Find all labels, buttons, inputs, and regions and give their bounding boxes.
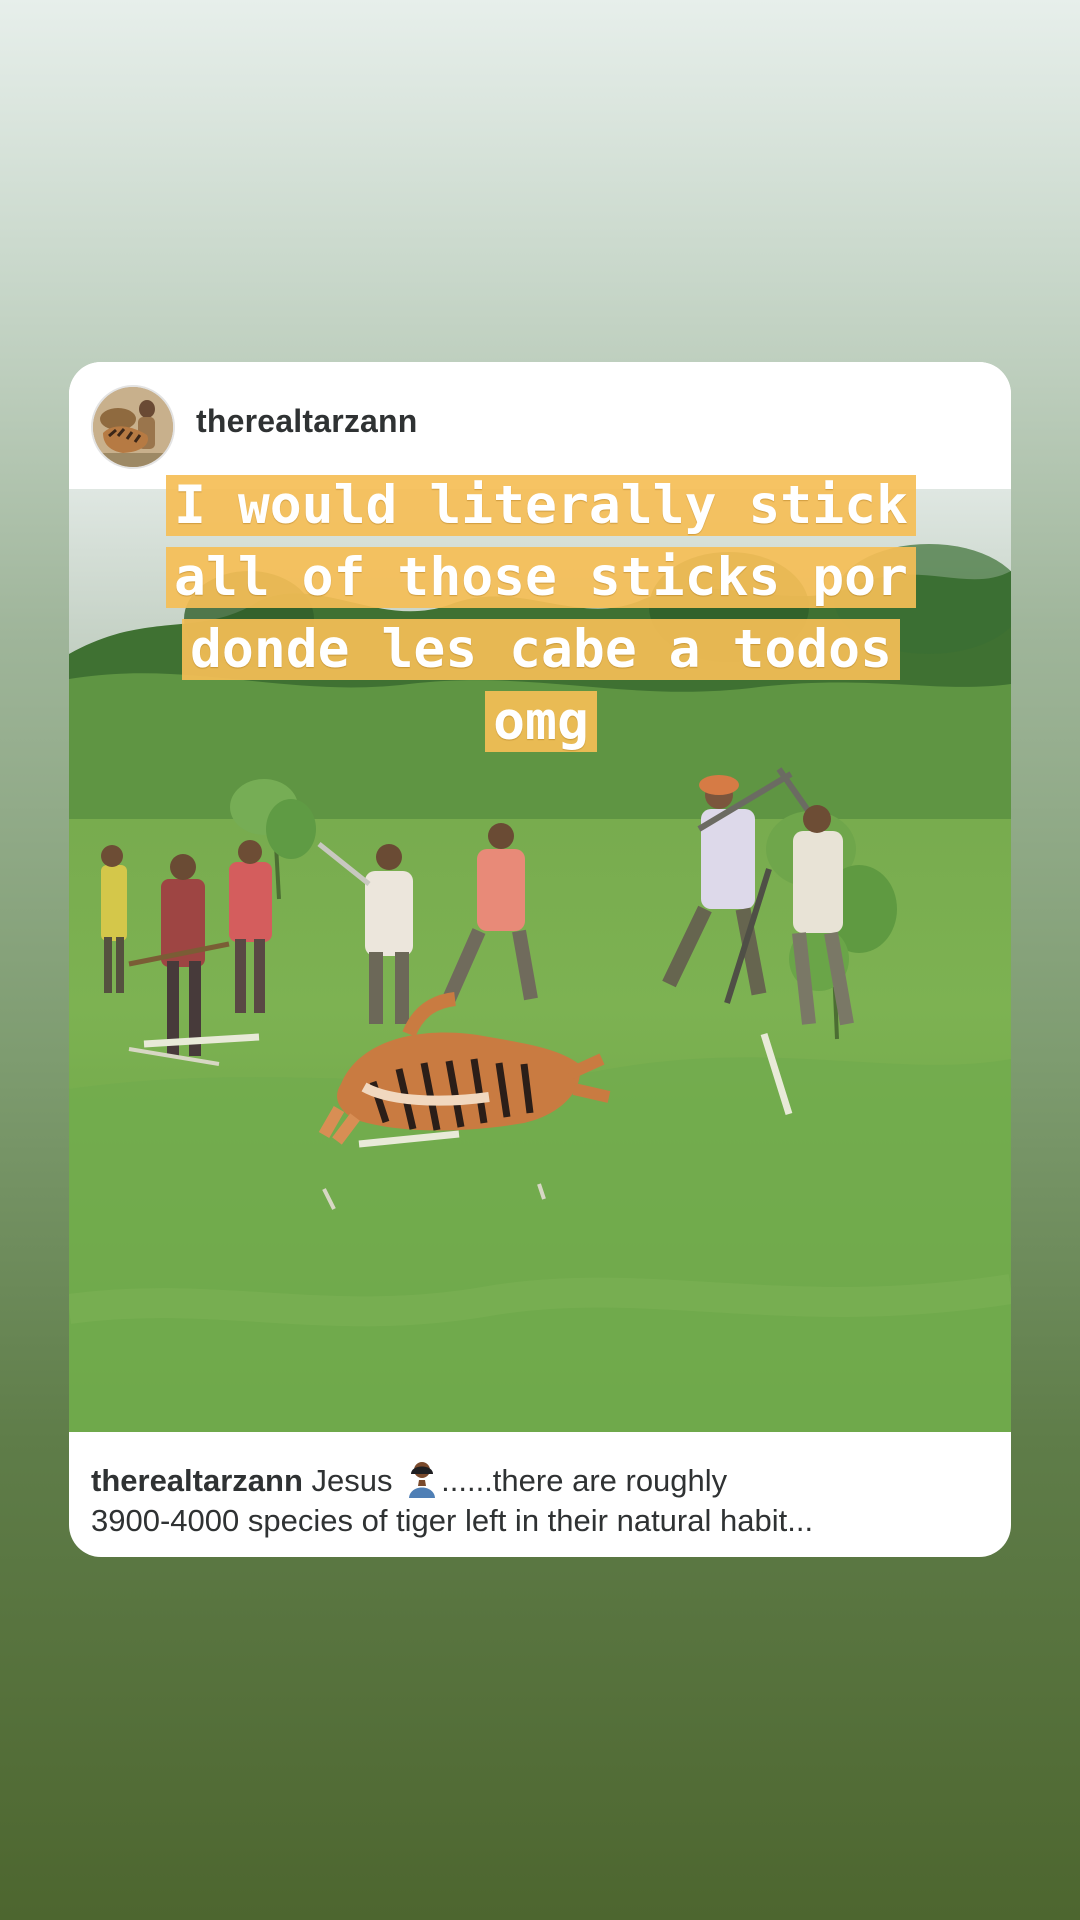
avatar-image — [93, 387, 173, 467]
caption-line-two: 3900-4000 species of tiger left in their… — [91, 1503, 814, 1538]
caption-text-start: Jesus — [302, 1463, 402, 1498]
post-caption: therealtarzann Jesus ......there are rou… — [91, 1453, 991, 1541]
overlay-line-4: omg — [485, 691, 597, 752]
overlay-line-3: donde les cabe a todos — [182, 619, 900, 680]
story-text-overlay[interactable]: I would literally stick all of those sti… — [76, 470, 1006, 758]
caption-username[interactable]: therealtarzann — [91, 1463, 303, 1498]
overlay-line-2: all of those sticks por — [166, 547, 916, 608]
profile-avatar[interactable] — [91, 385, 175, 469]
person-emoji-icon — [405, 1460, 439, 1498]
post-username[interactable]: therealtarzann — [196, 403, 418, 440]
caption-text-continued: ......there are roughly — [441, 1463, 728, 1498]
overlay-line-1: I would literally stick — [166, 475, 916, 536]
